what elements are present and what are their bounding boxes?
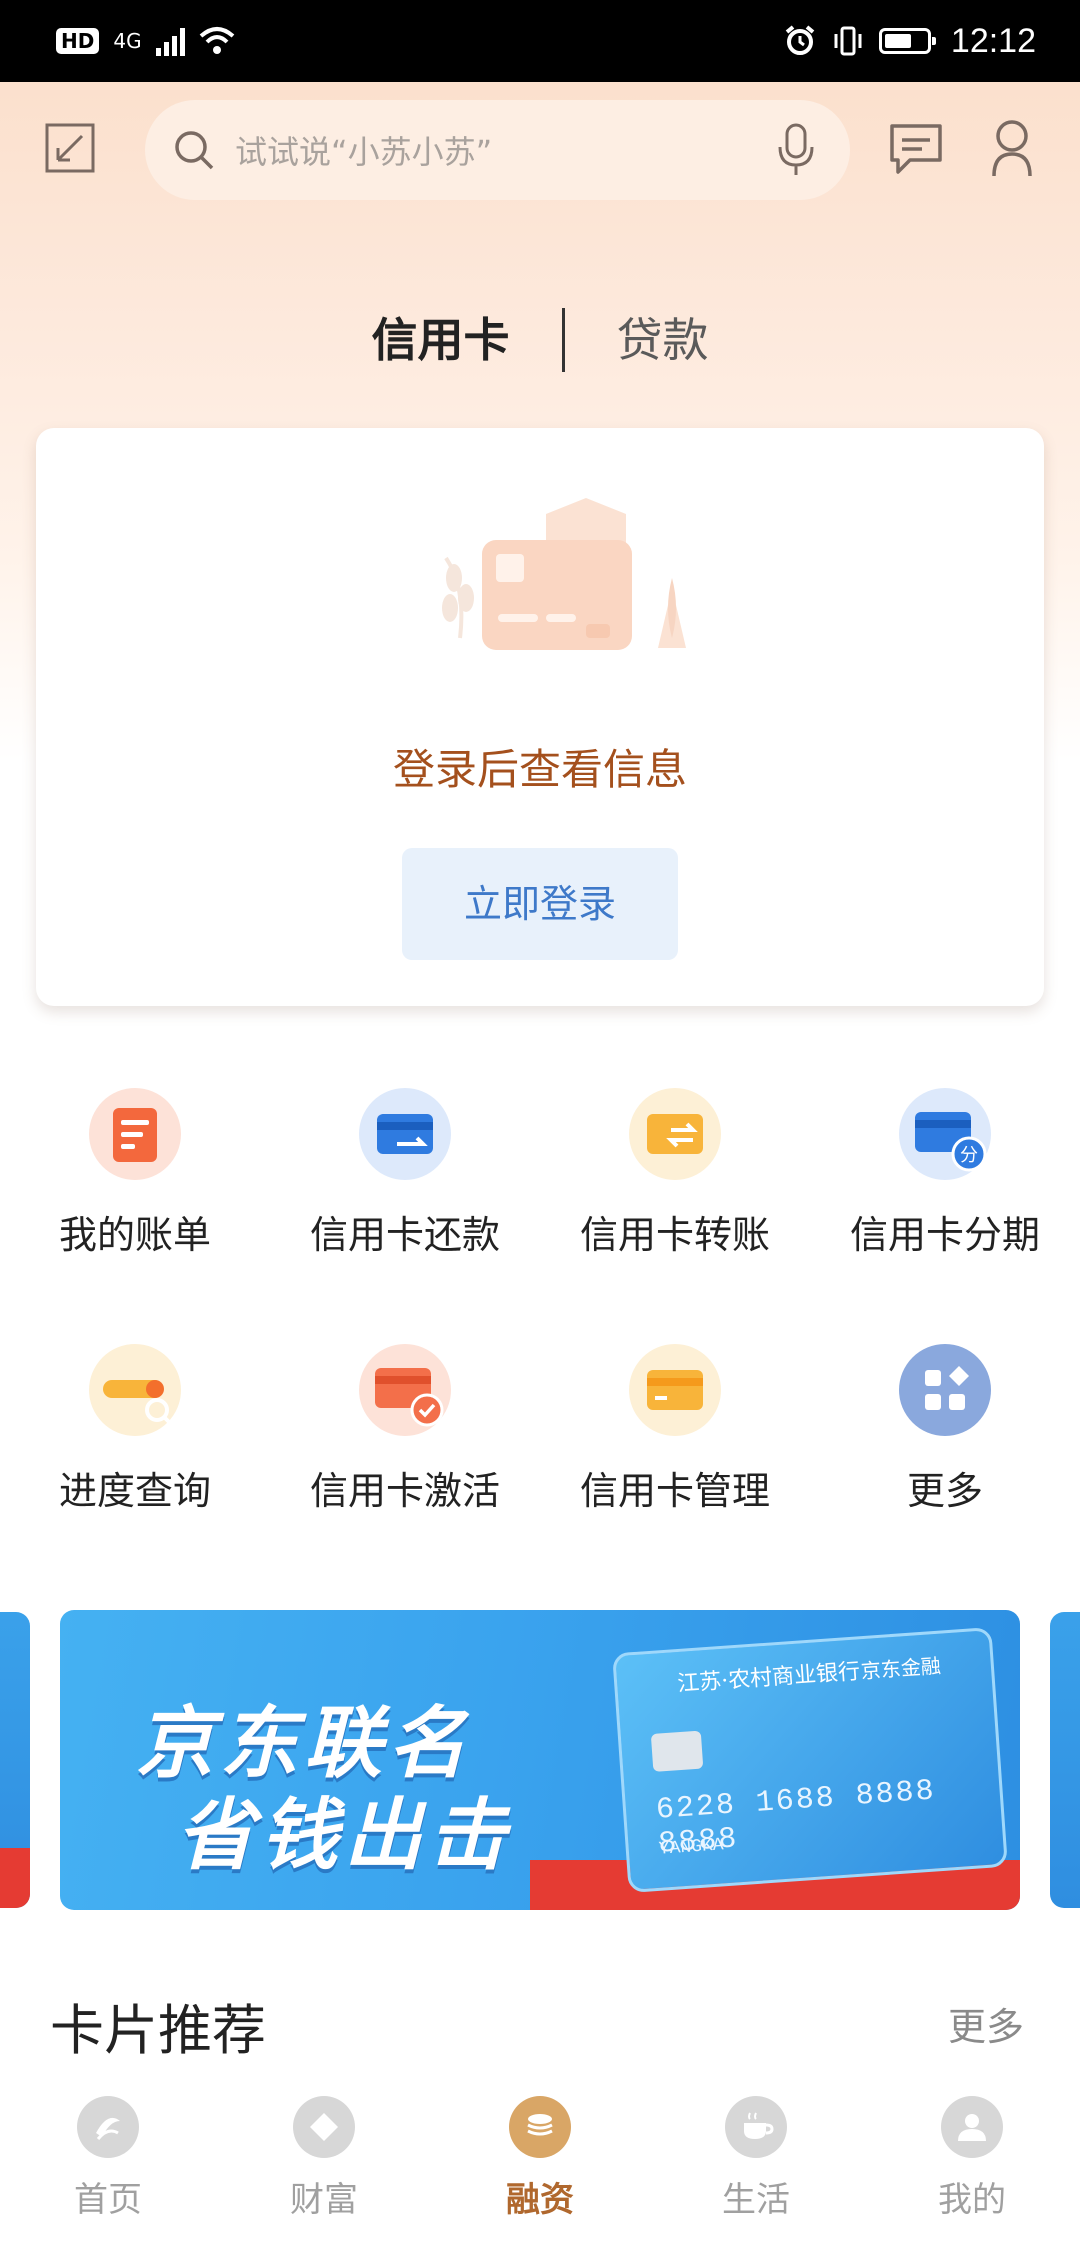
bank-card-image: 江苏·农村商业银行 京东金融 6228 1688 8888 8888 YANGK…	[612, 1627, 1008, 1893]
section-more-link[interactable]: 更多	[948, 1996, 1024, 2051]
card-repay-icon	[359, 1088, 451, 1180]
search-placeholder: 试试说“小苏小苏”	[235, 133, 493, 171]
bill-icon	[89, 1088, 181, 1180]
function-progress-search[interactable]: 进度查询	[0, 1336, 270, 1526]
function-label: 信用卡激活	[309, 1469, 500, 1513]
nav-label: 融资	[506, 2180, 574, 2220]
search-input[interactable]: 试试说“小苏小苏”	[145, 100, 850, 200]
status-left: HD 4G	[56, 26, 235, 56]
nav-label: 我的	[938, 2180, 1006, 2220]
wifi-icon	[199, 27, 234, 54]
tab-bar: 信用卡 贷款	[0, 300, 1080, 380]
banner-line-2: 省钱出击	[176, 1791, 513, 1881]
status-bar: HD 4G 12:12	[0, 0, 1080, 82]
microphone-icon[interactable]	[776, 123, 816, 177]
installment-badge: 分	[960, 1145, 978, 1166]
nav-item-financing[interactable]: 融资	[432, 2096, 648, 2236]
network-type: 4G	[113, 29, 142, 53]
credit-card-illustration-icon	[442, 498, 686, 650]
nav-item-wealth[interactable]: 财富	[216, 2096, 432, 2236]
function-label: 信用卡管理	[579, 1469, 770, 1513]
card-manage-icon	[629, 1344, 721, 1436]
function-label: 信用卡分期	[849, 1213, 1040, 1257]
function-card-activate[interactable]: 信用卡激活	[270, 1336, 540, 1526]
home-icon	[77, 2096, 139, 2158]
life-icon	[725, 2096, 787, 2158]
function-label: 信用卡转账	[579, 1213, 770, 1257]
bottom-nav: 首页 财富 融资 生活 我的	[0, 2078, 1080, 2244]
section-title: 卡片推荐	[50, 1999, 266, 2062]
login-button[interactable]: 立即登录	[402, 848, 678, 960]
bank-card-bank-name: 江苏·农村商业银行	[676, 1659, 861, 1698]
banner-prev-peek[interactable]	[0, 1612, 30, 1908]
nav-label: 生活	[722, 2180, 790, 2220]
signal-icon	[155, 26, 185, 56]
promo-banner[interactable]: 京东联名 省钱出击 江苏·农村商业银行 京东金融 6228 1688 8888 …	[60, 1610, 1020, 1910]
login-hint: 登录后查看信息	[392, 745, 687, 794]
login-card: 登录后查看信息 立即登录	[36, 428, 1044, 1006]
nav-label: 财富	[290, 2180, 358, 2220]
nav-item-profile[interactable]: 我的	[864, 2096, 1080, 2236]
function-my-bill[interactable]: 我的账单	[0, 1080, 270, 1270]
expand-icon[interactable]	[38, 116, 102, 180]
banner-text: 京东联名 省钱出击	[136, 1698, 512, 1882]
service-icon[interactable]	[980, 116, 1044, 180]
function-card-repay[interactable]: 信用卡还款	[270, 1080, 540, 1270]
top-bar: 试试说“小苏小苏”	[0, 96, 1080, 206]
nav-item-home[interactable]: 首页	[0, 2096, 216, 2236]
function-card-manage[interactable]: 信用卡管理	[540, 1336, 810, 1526]
vibrate-icon	[834, 26, 862, 56]
banner-next-peek[interactable]	[1050, 1612, 1080, 1908]
banner-line-1: 京东联名	[136, 1699, 473, 1789]
financing-icon	[509, 2096, 571, 2158]
bank-card-brand: 京东金融	[860, 1653, 942, 1684]
tab-credit-card[interactable]: 信用卡	[320, 308, 562, 372]
tab-loan[interactable]: 贷款	[565, 308, 761, 372]
hd-badge: HD	[56, 28, 100, 54]
function-label: 我的账单	[58, 1213, 211, 1257]
function-label: 更多	[906, 1469, 983, 1513]
function-label: 进度查询	[58, 1469, 211, 1513]
card-transfer-icon	[629, 1088, 721, 1180]
wealth-icon	[293, 2096, 355, 2158]
message-icon[interactable]	[884, 116, 948, 180]
function-card-installment[interactable]: 分 信用卡分期	[810, 1080, 1080, 1270]
profile-icon	[941, 2096, 1003, 2158]
function-card-transfer[interactable]: 信用卡转账	[540, 1080, 810, 1270]
clock: 12:12	[950, 21, 1036, 60]
card-installment-icon: 分	[899, 1088, 991, 1180]
alarm-icon	[785, 25, 815, 55]
search-icon	[175, 131, 214, 170]
card-chip-icon	[650, 1730, 704, 1772]
function-label: 信用卡还款	[309, 1213, 500, 1257]
nav-item-life[interactable]: 生活	[648, 2096, 864, 2236]
nav-label: 首页	[74, 2180, 142, 2220]
more-apps-icon	[899, 1344, 991, 1436]
status-right: 12:12	[783, 22, 1036, 61]
card-activate-icon	[359, 1344, 451, 1436]
progress-search-icon	[89, 1344, 181, 1436]
function-more[interactable]: 更多	[810, 1336, 1080, 1526]
battery-icon	[878, 28, 936, 54]
